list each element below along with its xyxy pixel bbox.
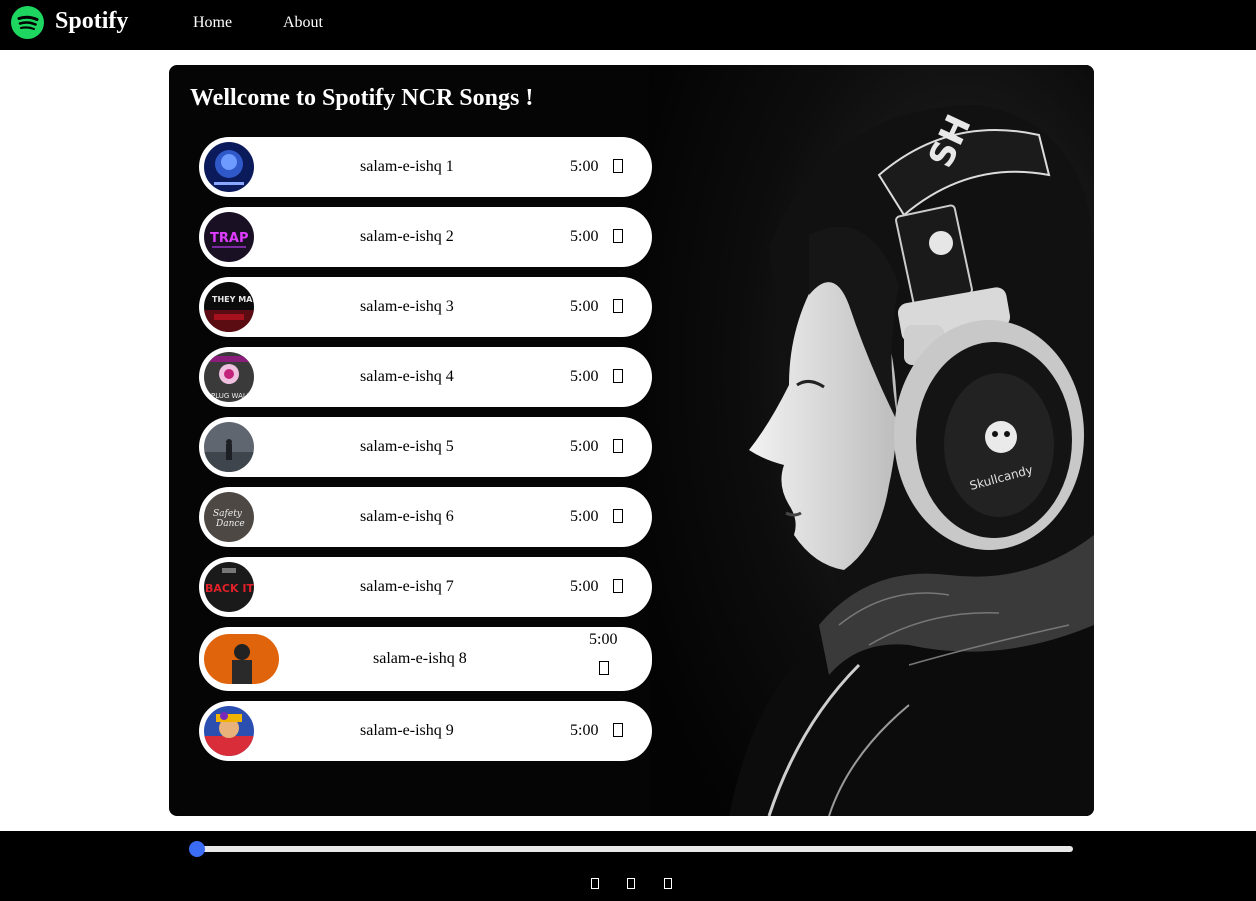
song-duration: 5:00	[570, 508, 599, 525]
blue-face-cover-image	[204, 142, 254, 192]
song-item[interactable]: PLUG WALK salam-e-ishq 4 5:00	[199, 347, 652, 407]
song-duration: 5:00	[589, 631, 618, 648]
nav-about-link[interactable]: About	[283, 14, 323, 32]
play-icon[interactable]	[613, 509, 623, 523]
play-icon[interactable]	[613, 229, 623, 243]
song-duration: 5:00	[570, 298, 599, 315]
song-item[interactable]: salam-e-ishq 1 5:00	[199, 137, 652, 197]
brand-name[interactable]: Spotify	[55, 8, 128, 35]
song-title: salam-e-ishq 1	[360, 158, 454, 175]
song-duration: 5:00	[570, 368, 599, 385]
song-title: salam-e-ishq 5	[360, 438, 454, 455]
song-item[interactable]: Safety Dance salam-e-ishq 6 5:00	[199, 487, 652, 547]
play-icon[interactable]	[599, 661, 609, 675]
song-duration: 5:00	[570, 578, 599, 595]
pink-astronaut-cover-image: PLUG WALK	[204, 352, 254, 402]
colorful-portrait-cover-image	[204, 706, 254, 756]
song-title: salam-e-ishq 2	[360, 228, 454, 245]
navbar: Spotify Home About	[0, 0, 1256, 50]
next-icon[interactable]	[664, 878, 672, 889]
svg-text:THEY MAD: THEY MAD	[212, 295, 254, 304]
orange-portrait-cover-image	[204, 634, 279, 684]
spotify-logo-icon[interactable]	[11, 6, 44, 39]
trap-cover-image: TRAP	[204, 212, 254, 262]
songs-container: SH Skullcandy Wellcome to Spotify NCR So…	[169, 65, 1094, 816]
nav-home-link[interactable]: Home	[193, 14, 232, 32]
they-mad-cover-image: THEY MAD	[204, 282, 254, 332]
song-item[interactable]: BACK IT UP salam-e-ishq 7 5:00	[199, 557, 652, 617]
song-title: salam-e-ishq 3	[360, 298, 454, 315]
song-duration: 5:00	[570, 438, 599, 455]
song-item[interactable]: THEY MAD salam-e-ishq 3 5:00	[199, 277, 652, 337]
progress-bar[interactable]	[197, 846, 1073, 852]
song-title: salam-e-ishq 6	[360, 508, 454, 525]
progress-handle[interactable]	[189, 841, 205, 857]
play-icon[interactable]	[613, 159, 623, 173]
svg-text:PLUG WALK: PLUG WALK	[211, 392, 252, 400]
play-icon[interactable]	[613, 579, 623, 593]
headphones-hero-image: SH Skullcandy	[649, 65, 1094, 816]
song-title: salam-e-ishq 4	[360, 368, 454, 385]
play-icon[interactable]	[613, 723, 623, 737]
play-icon[interactable]	[613, 369, 623, 383]
song-title: salam-e-ishq 9	[360, 722, 454, 739]
foggy-figure-cover-image	[204, 422, 254, 472]
play-icon[interactable]	[627, 878, 635, 889]
song-item[interactable]: TRAP salam-e-ishq 2 5:00	[199, 207, 652, 267]
svg-text:BACK IT UP: BACK IT UP	[205, 582, 254, 595]
bottom-player	[0, 831, 1256, 901]
song-item[interactable]: salam-e-ishq 9 5:00	[199, 701, 652, 761]
song-duration: 5:00	[570, 228, 599, 245]
play-icon[interactable]	[613, 439, 623, 453]
previous-icon[interactable]	[591, 878, 599, 889]
song-item[interactable]: salam-e-ishq 8 5:00	[199, 627, 652, 691]
song-title: salam-e-ishq 7	[360, 578, 454, 595]
song-item[interactable]: salam-e-ishq 5 5:00	[199, 417, 652, 477]
svg-text:TRAP: TRAP	[210, 231, 248, 246]
song-title: salam-e-ishq 8	[373, 650, 467, 667]
svg-text:Dance: Dance	[215, 519, 245, 529]
song-duration: 5:00	[570, 158, 599, 175]
svg-text:Safety: Safety	[213, 509, 243, 519]
back-it-up-cover-image: BACK IT UP	[204, 562, 254, 612]
play-icon[interactable]	[613, 299, 623, 313]
safety-dance-cover-image: Safety Dance	[204, 492, 254, 542]
page-title: Wellcome to Spotify NCR Songs !	[190, 85, 534, 111]
song-duration: 5:00	[570, 722, 599, 739]
